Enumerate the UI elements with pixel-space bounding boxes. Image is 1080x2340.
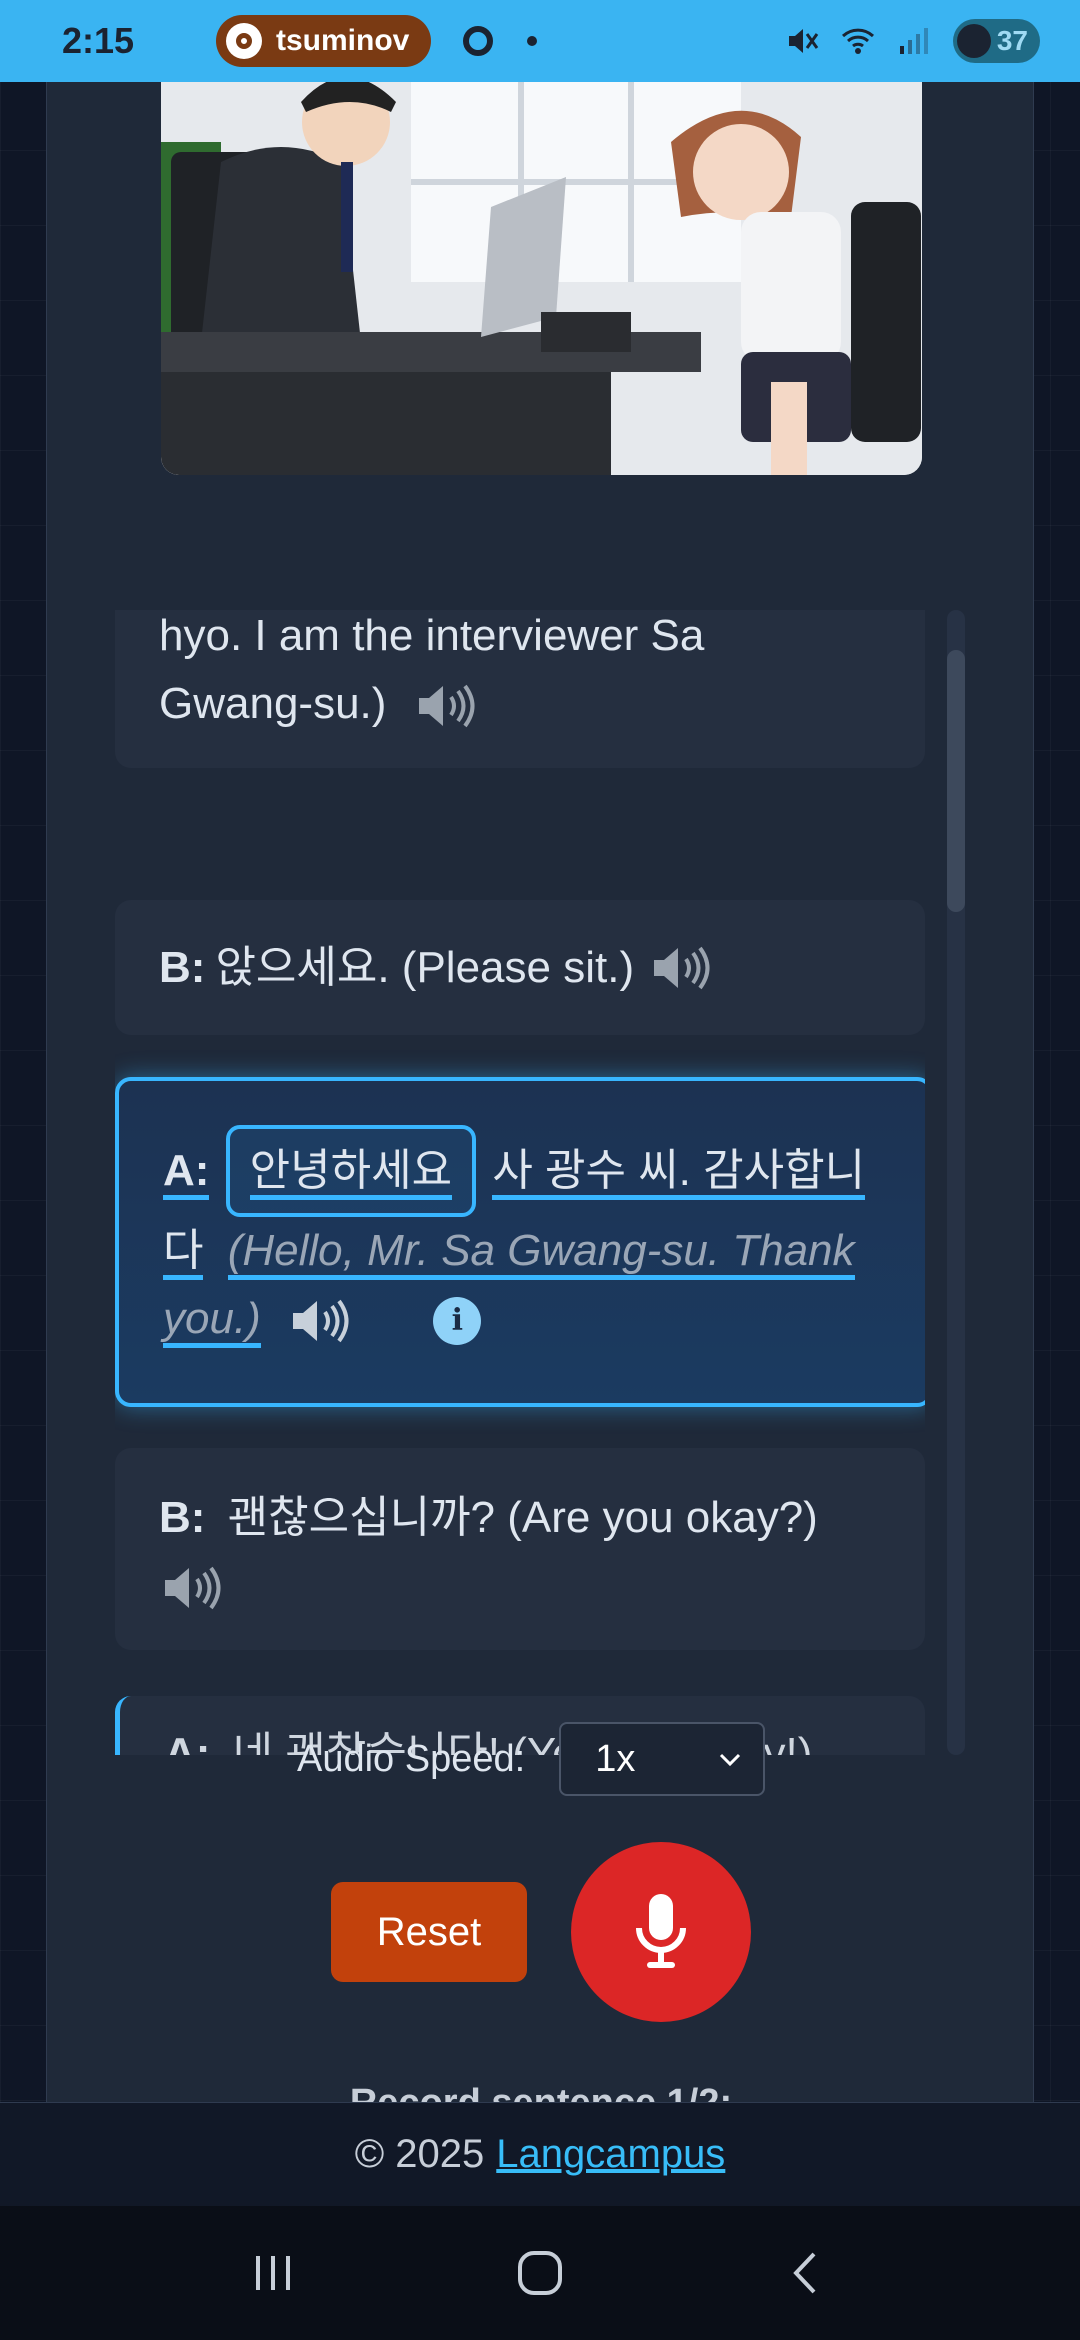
footer-copyright: © 2025 [354, 2132, 485, 2176]
reset-button[interactable]: Reset [331, 1882, 527, 1982]
dialogue-line-active[interactable]: A: 안녕하세요 사 광수 씨. 감사합니 다 (Hello, Mr. Sa G… [115, 1077, 925, 1407]
battery-saver-icon [956, 24, 991, 58]
signal-icon [899, 28, 928, 54]
dialogue-line[interactable]: B: 괜찮으십니까? (Are you okay?) [115, 1448, 925, 1650]
notification-pill[interactable]: tsuminov [216, 15, 432, 67]
line-text: 괜찮으십니까? (Are you okay?) [227, 1493, 818, 1542]
info-icon[interactable]: i [433, 1297, 482, 1346]
dialogue-line[interactable]: hyo. I am the interviewer Sa Gwang-su.) [115, 610, 925, 768]
line-text: 사 광수 씨. 감사합니 [492, 1146, 866, 1200]
footer-link[interactable]: Langcampus [496, 2132, 725, 2177]
chrome-icon [463, 26, 494, 56]
chevron-down-icon [720, 1753, 741, 1767]
translation-text-cont: you.) [163, 1294, 261, 1348]
highlighted-word[interactable]: 안녕하세요 [225, 1125, 477, 1217]
volume-icon[interactable] [648, 942, 712, 994]
line-text-cont: Gwang-su.) [159, 679, 387, 728]
dialogue-list[interactable]: hyo. I am the interviewer Sa Gwang-su.) … [115, 610, 925, 1755]
volume-icon[interactable] [413, 680, 477, 732]
scrollbar-thumb[interactable] [947, 650, 965, 912]
recent-apps-icon [256, 2256, 291, 2290]
app-card: hyo. I am the interviewer Sa Gwang-su.) … [46, 82, 1034, 2124]
back-button[interactable] [777, 2243, 837, 2303]
line-text: 앉으세요. (Please sit.) [215, 942, 635, 992]
translation-text: (Hello, Mr. Sa Gwang-su. Thank [227, 1226, 855, 1280]
home-button[interactable] [510, 2243, 570, 2303]
audio-speed-value: 1x [595, 1737, 636, 1780]
home-icon [517, 2251, 562, 2295]
audio-speed-label: Audio Speed: [297, 1737, 526, 1780]
mic-icon [636, 1894, 686, 1968]
status-time: 2:15 [62, 20, 135, 61]
back-icon [792, 2252, 816, 2294]
volume-icon[interactable] [159, 1562, 223, 1614]
audio-speed-row: Audio Speed: 1x [297, 1722, 766, 1796]
footer: © 2025 Langcampus [0, 2102, 1080, 2206]
speaker-label: B: [159, 1493, 206, 1542]
record-icon [226, 23, 262, 59]
speaker-label: B: [159, 942, 206, 992]
scene-illustration [161, 82, 922, 475]
notification-dot-icon [527, 36, 538, 46]
volume-icon[interactable] [287, 1295, 351, 1347]
recent-apps-button[interactable] [243, 2243, 303, 2303]
wifi-icon [841, 28, 874, 54]
audio-speed-select[interactable]: 1x [559, 1722, 766, 1796]
speaker-label: A: [163, 1146, 210, 1200]
mute-icon [788, 29, 819, 53]
line-text: hyo. I am the interviewer Sa [159, 611, 705, 660]
speaker-label: A: [164, 1729, 211, 1755]
pill-label: tsuminov [276, 24, 410, 57]
battery-indicator: 37 [952, 19, 1040, 63]
status-bar: 2:15 tsuminov 37 [0, 0, 1080, 82]
record-button[interactable] [571, 1842, 751, 2022]
dialogue-line[interactable]: B: 앉으세요. (Please sit.) [115, 900, 925, 1035]
dialogue-scrollbar[interactable] [947, 610, 965, 1755]
battery-level: 37 [996, 25, 1028, 56]
system-nav-bar [0, 2206, 1080, 2340]
line-text-cont: 다 [163, 1226, 204, 1280]
